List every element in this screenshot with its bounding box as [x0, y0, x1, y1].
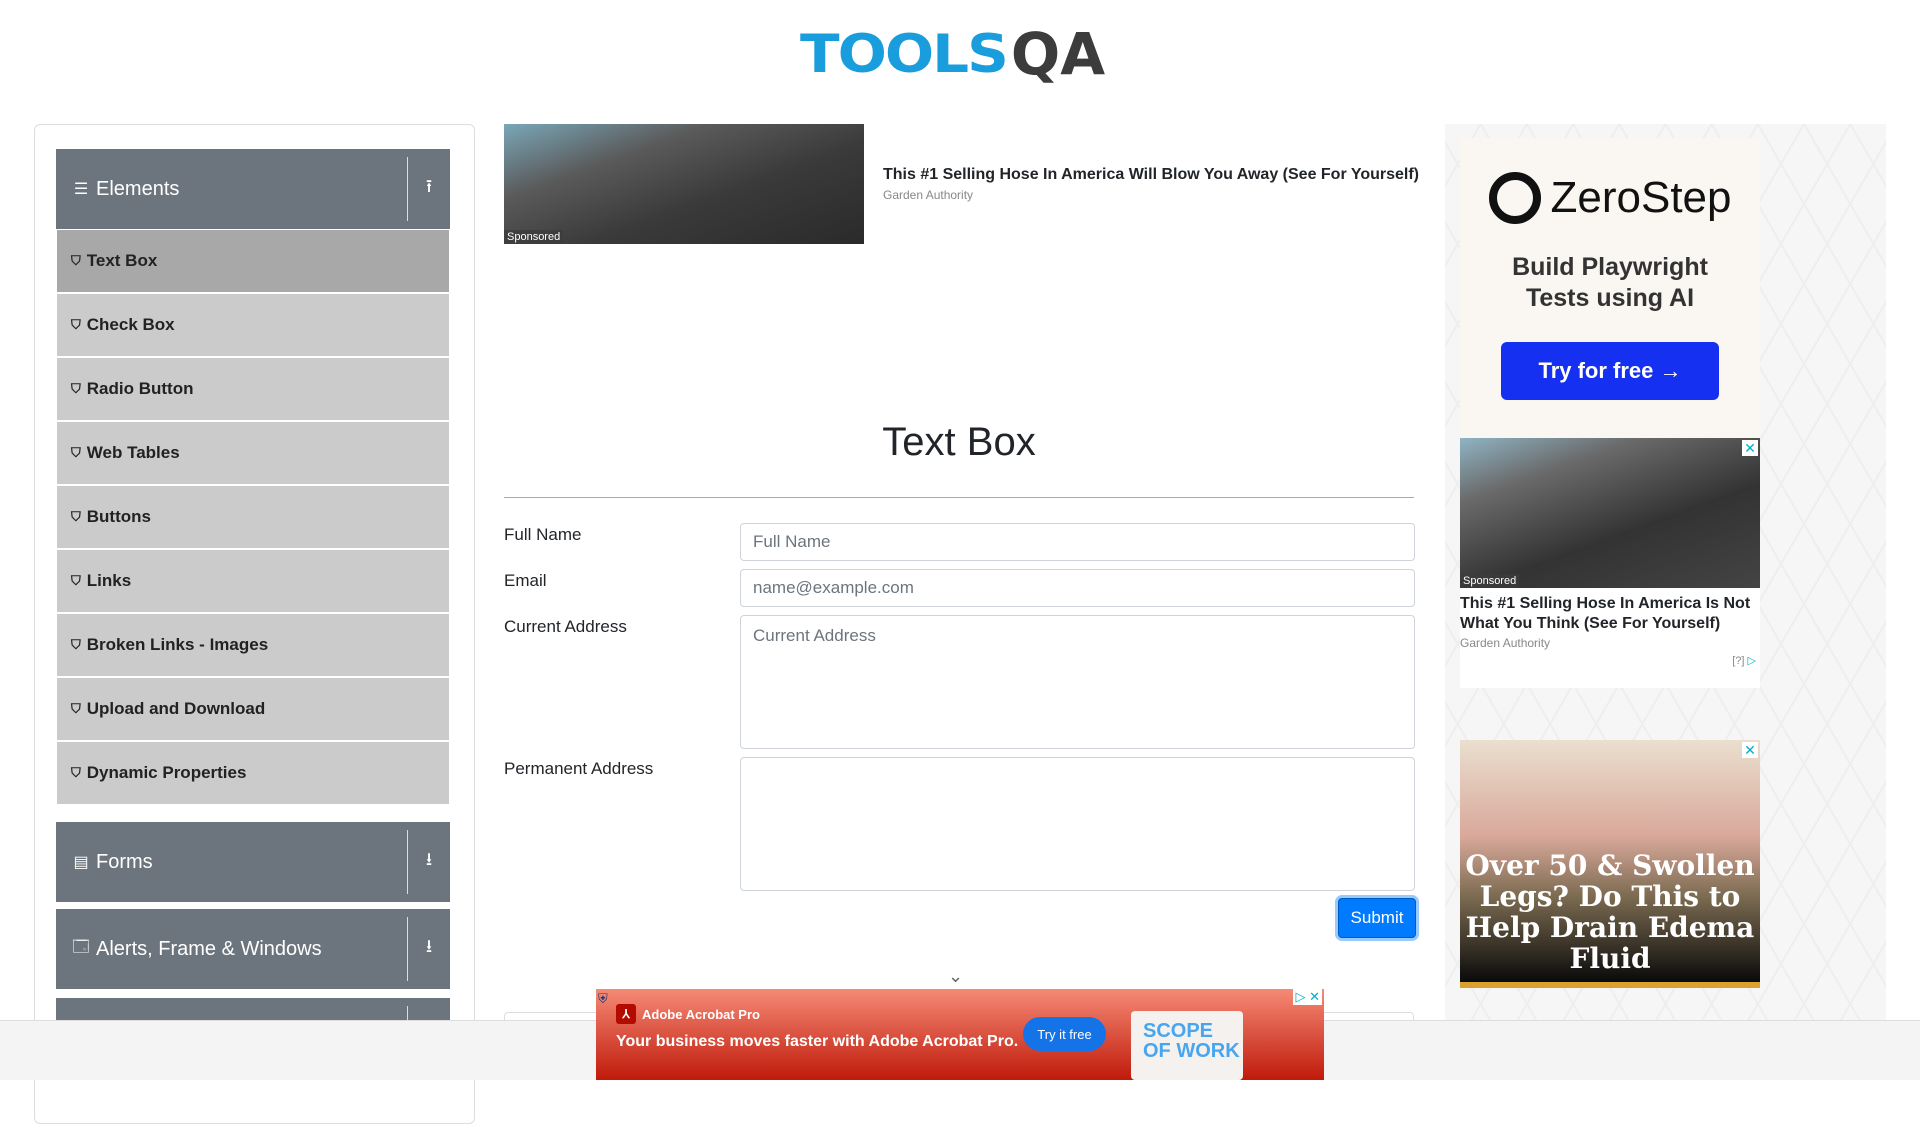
sidebar-group-elements[interactable]: ☰ Elements ⭱ [56, 149, 450, 229]
sidebar-item-dynamic-properties[interactable]: ⛉ Dynamic Properties [57, 742, 449, 804]
window-icon: 🗔 [72, 938, 90, 956]
close-icon[interactable]: ▷ ✕ [1293, 989, 1322, 1005]
ad-edema[interactable]: ✕ Over 50 & Swollen Legs? Do This to Hel… [1460, 740, 1760, 988]
sidebar-item-upload-download[interactable]: ⛉ Upload and Download [57, 678, 449, 740]
sidebar-group-alerts[interactable]: 🗔 Alerts, Frame & Windows ⭳ [56, 909, 450, 989]
placeholder: name@example.com [753, 578, 914, 597]
group-label: Alerts, Frame & Windows [96, 937, 322, 960]
ad-source: Garden Authority [1460, 636, 1551, 650]
zerostep-brand: ZeroStep [1550, 173, 1732, 222]
expand-icon[interactable]: ⭳ [416, 847, 442, 877]
ad-headline: Over 50 & Swollen Legs? Do This to Help … [1465, 849, 1755, 975]
expand-icon[interactable]: ⭳ [416, 934, 442, 964]
permanent-address-textarea[interactable] [740, 757, 1415, 891]
close-icon[interactable]: ✕ [1742, 440, 1758, 456]
item-label: Web Tables [86, 443, 180, 462]
try-for-free-button[interactable]: Try for free → [1501, 342, 1719, 400]
ad-source: Garden Authority [883, 188, 974, 202]
html5-icon: ⛉ [71, 509, 81, 524]
html5-icon: ⛉ [71, 381, 81, 396]
submit-button[interactable]: Submit [1338, 898, 1416, 938]
sidebar-item-radio-button[interactable]: ⛉ Radio Button [57, 358, 449, 420]
item-label: Dynamic Properties [86, 763, 247, 782]
sidebar-item-broken-links[interactable]: ⛉ Broken Links - Images [57, 614, 449, 676]
html5-icon: ⛉ [71, 765, 81, 780]
sidebar-item-web-tables[interactable]: ⛉ Web Tables [57, 422, 449, 484]
item-label: Links [86, 571, 132, 590]
item-label: Text Box [86, 251, 158, 270]
html5-icon: ⛉ [71, 701, 81, 716]
page-title: Text Box [882, 420, 1036, 464]
try-it-free-button[interactable]: Try it free [1023, 1017, 1106, 1051]
divider [407, 917, 408, 981]
current-address-label: Current Address [504, 617, 627, 636]
zerostep-logo-icon [1488, 172, 1541, 224]
html5-icon: ⛉ [71, 637, 81, 652]
ad-hose-text[interactable]: This #1 Selling Hose In America Is Not W… [1460, 588, 1760, 688]
acrobat-icon: ⅄ [616, 1004, 636, 1024]
bottom-ad-banner[interactable]: ⛨ ⅄ Adobe Acrobat Pro Your business moves… [596, 989, 1324, 1080]
toolsqa-logo[interactable]: TOOLS QA [800, 14, 1125, 94]
form-icon: ▤ [73, 854, 89, 871]
ad-tagline: Tests using AI [1525, 284, 1695, 312]
full-name-input[interactable]: Full Name [740, 523, 1415, 561]
ad-brand: Adobe Acrobat Pro [642, 1006, 760, 1022]
divider [407, 830, 408, 894]
close-icon[interactable]: ✕ [1742, 742, 1758, 758]
current-address-textarea[interactable]: Current Address [740, 615, 1415, 749]
email-input[interactable]: name@example.com [740, 569, 1415, 607]
email-label: Email [504, 571, 547, 590]
ad-doc-image: SCOPE OF WORK [1131, 1011, 1243, 1080]
group-label: Elements [96, 177, 180, 200]
logo-qa-text: QA [1010, 20, 1106, 88]
shield-icon: ⛨ [598, 991, 608, 1006]
html5-icon: ⛉ [71, 445, 81, 460]
hamburger-icon: ☰ [73, 181, 89, 198]
ad-title[interactable]: This #1 Selling Hose In America Is Not W… [1460, 594, 1760, 634]
ad-hose-image[interactable]: ✕ Sponsored [1460, 438, 1760, 588]
ad-message: Your business moves faster with Adobe Ac… [616, 1033, 1019, 1050]
sidebar-item-links[interactable]: ⛉ Links [57, 550, 449, 612]
item-label: Radio Button [86, 379, 194, 398]
permanent-address-label: Permanent Address [504, 759, 654, 778]
html5-icon: ⛉ [71, 253, 81, 268]
placeholder: Current Address [753, 626, 876, 645]
sponsored-label: Sponsored [504, 230, 564, 244]
html5-icon: ⛉ [71, 317, 81, 332]
group-label: Forms [96, 850, 153, 873]
item-label: Broken Links - Images [86, 635, 269, 654]
sidebar-item-buttons[interactable]: ⛉ Buttons [57, 486, 449, 548]
item-label: Check Box [86, 315, 175, 334]
sponsored-label: Sponsored [1460, 574, 1520, 588]
full-name-label: Full Name [504, 525, 582, 544]
html5-icon: ⛉ [71, 573, 81, 588]
ad-tagline: Build Playwright [1512, 253, 1708, 281]
adchoices-icon: ▷ [1747, 655, 1756, 667]
ad-info[interactable]: [?] ▷ [1732, 654, 1756, 667]
placeholder: Full Name [753, 532, 831, 551]
ad-zerostep[interactable]: ZeroStep Build Playwright Tests using AI … [1460, 138, 1760, 438]
sidebar-group-forms[interactable]: ▤ Forms ⭳ [56, 822, 450, 902]
divider [407, 157, 408, 221]
chevron-down-icon[interactable]: ⌄ [948, 966, 963, 987]
sidebar-item-text-box[interactable]: ⛉ Text Box [57, 230, 449, 292]
collapse-icon[interactable]: ⭱ [416, 174, 442, 204]
logo-tools-text: TOOLS [800, 23, 1009, 85]
item-label: Upload and Download [86, 699, 266, 718]
sidebar-item-check-box[interactable]: ⛉ Check Box [57, 294, 449, 356]
ad-hose-image[interactable]: Sponsored [504, 124, 864, 244]
item-label: Buttons [86, 507, 151, 526]
divider [504, 497, 1414, 498]
ad-title[interactable]: This #1 Selling Hose In America Will Blo… [883, 166, 1419, 184]
